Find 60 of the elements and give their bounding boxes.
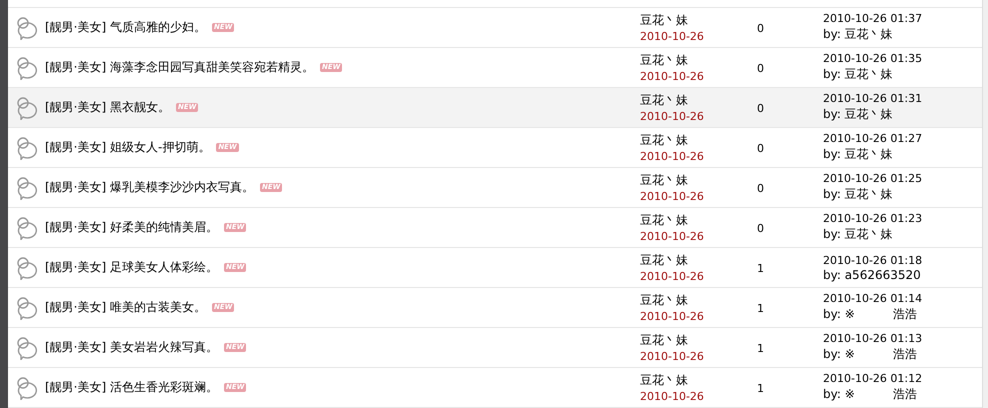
last-poster[interactable]: by: 豆花丶妹 (823, 186, 982, 203)
author-name[interactable]: 豆花丶妹 (640, 132, 757, 149)
post-date: 2010-10-26 (640, 30, 705, 43)
last-poster[interactable]: by: 豆花丶妹 (823, 26, 982, 43)
topic-title[interactable]: [靓男·美女] 黑衣靓女。 (45, 99, 170, 116)
topic-title[interactable]: [靓男·美女] 爆乳美模李沙沙内衣写真。 (45, 179, 254, 196)
post-date: 2010-10-26 (640, 190, 705, 203)
reply-count: 1 (757, 262, 764, 274)
last-post-time: 2010-10-26 01:13 (823, 332, 924, 345)
topic-title[interactable]: [靓男·美女] 足球美女人体彩绘。 (45, 259, 218, 276)
topic-title[interactable]: [靓男·美女] 活色生香光彩斑斓。 (45, 379, 218, 396)
last-post-time: 2010-10-26 01:23 (823, 212, 924, 225)
last-poster[interactable]: by: ※ 浩浩 (823, 386, 982, 403)
reply-count: 0 (757, 182, 764, 194)
last-post-time: 2010-10-26 01:35 (823, 52, 924, 65)
author-name[interactable]: 豆花丶妹 (640, 372, 757, 389)
last-post-time: 2010-10-26 01:27 (823, 132, 924, 145)
reply-count: 0 (757, 142, 764, 154)
last-poster[interactable]: by: 豆花丶妹 (823, 106, 982, 123)
topic-title[interactable]: [靓男·美女] 唯美的古装美女。 (45, 299, 206, 316)
author-name[interactable]: 豆花丶妹 (640, 172, 757, 189)
reply-count: 0 (757, 222, 764, 234)
last-post-time: 2010-10-26 01:12 (823, 372, 924, 385)
last-poster[interactable]: by: a562663520 (823, 268, 982, 282)
author-name[interactable]: 豆花丶妹 (640, 212, 757, 229)
reply-count: 1 (757, 342, 764, 354)
post-date: 2010-10-26 (640, 390, 705, 403)
post-date: 2010-10-26 (640, 70, 705, 83)
post-date: 2010-10-26 (640, 350, 705, 363)
last-post-time: 2010-10-26 01:37 (823, 12, 924, 25)
post-date: 2010-10-26 (640, 310, 705, 323)
topic-title[interactable]: [靓男·美女] 姐级女人-押切萌。 (45, 139, 210, 156)
topic-title[interactable]: [靓男·美女] 好柔美的纯情美眉。 (45, 219, 218, 236)
reply-count: 1 (757, 382, 764, 394)
post-date: 2010-10-26 (640, 150, 705, 163)
reply-count: 0 (757, 62, 764, 74)
last-post-time: 2010-10-26 01:14 (823, 292, 924, 305)
author-name[interactable]: 豆花丶妹 (640, 52, 757, 69)
author-name[interactable]: 豆花丶妹 (640, 92, 757, 109)
author-name[interactable]: 豆花丶妹 (640, 292, 757, 309)
last-post-time: 2010-10-26 01:25 (823, 172, 924, 185)
reply-count: 0 (757, 102, 764, 114)
author-name[interactable]: 豆花丶妹 (640, 332, 757, 349)
post-date: 2010-10-26 (640, 110, 705, 123)
author-name[interactable]: 豆花丶妹 (640, 12, 757, 29)
topic-title[interactable]: [靓男·美女] 美女岩岩火辣写真。 (45, 339, 218, 356)
post-date: 2010-10-26 (640, 230, 705, 243)
post-date: 2010-10-26 (640, 270, 705, 283)
author-name[interactable]: 豆花丶妹 (640, 252, 757, 269)
last-poster[interactable]: by: 豆花丶妹 (823, 66, 982, 83)
last-poster[interactable]: by: ※ 浩浩 (823, 306, 982, 323)
last-post-time: 2010-10-26 01:31 (823, 92, 924, 105)
last-poster[interactable]: by: 豆花丶妹 (823, 226, 982, 243)
topic-title[interactable]: [靓男·美女] 海藻李念田园写真甜美笑容宛若精灵。 (45, 59, 314, 76)
last-poster[interactable]: by: ※ 浩浩 (823, 346, 982, 363)
reply-count: 0 (757, 22, 764, 34)
last-post-time: 2010-10-26 01:18 (823, 254, 924, 266)
last-poster[interactable]: by: 豆花丶妹 (823, 146, 982, 163)
topic-title[interactable]: [靓男·美女] 气质高雅的少妇。 (45, 19, 206, 36)
reply-count: 1 (757, 302, 764, 314)
